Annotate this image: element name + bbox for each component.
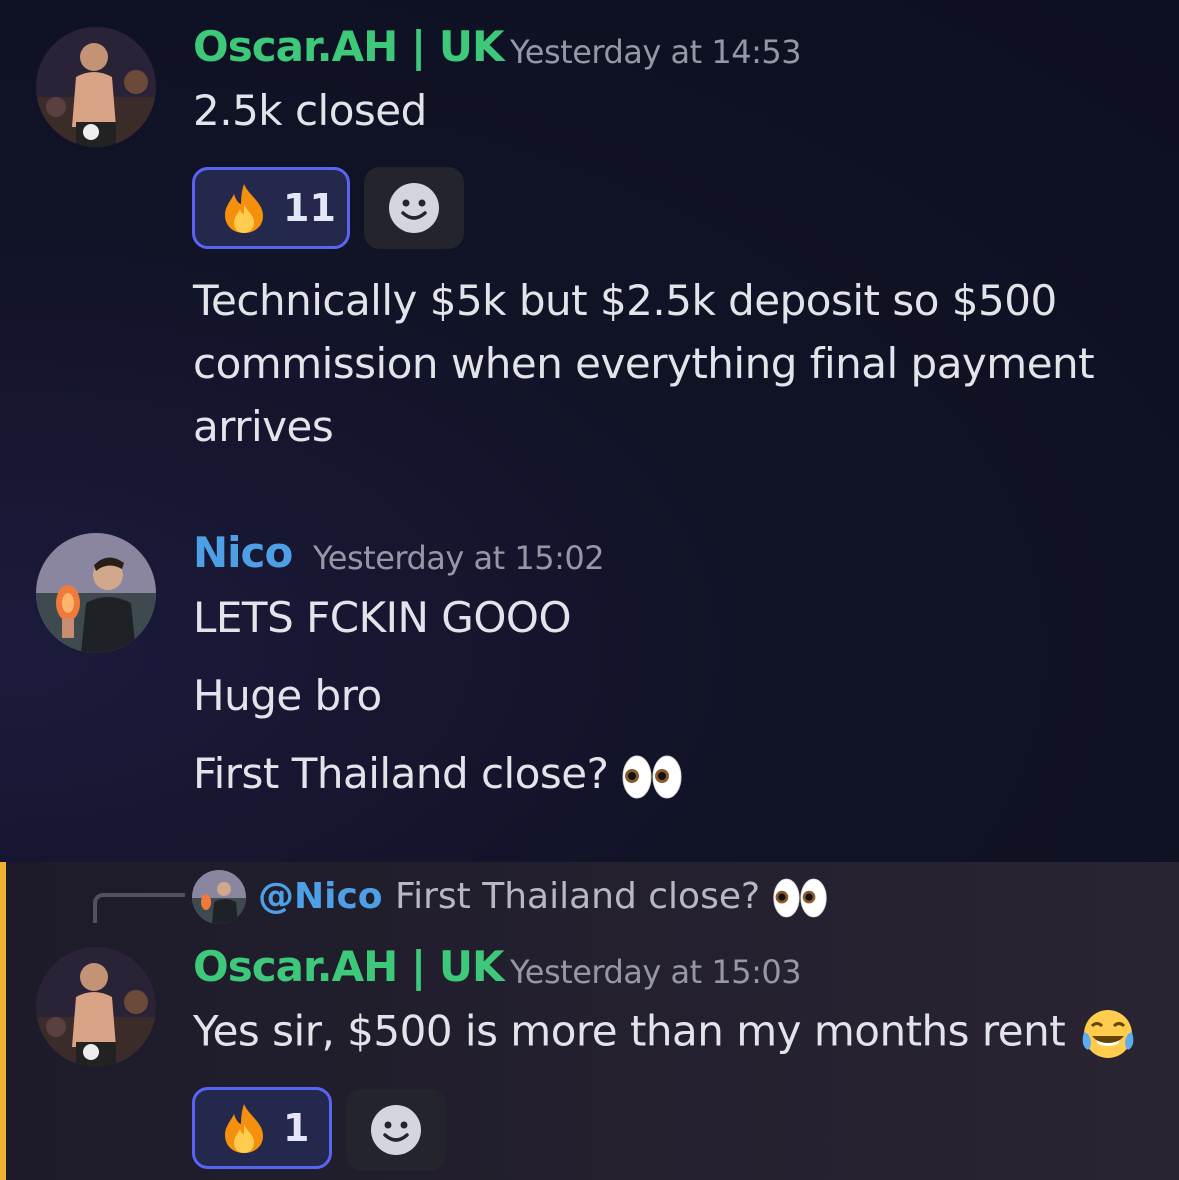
message-text: Huge bro: [193, 671, 382, 720]
smiley-icon: [389, 183, 439, 233]
username-oscar[interactable]: Oscar.AH | UK: [193, 22, 505, 71]
message-text: 2.5k closed: [193, 86, 427, 135]
avatar-oscar[interactable]: [36, 27, 156, 147]
username-nico[interactable]: Nico: [193, 528, 293, 577]
reaction-count: 11: [283, 186, 336, 230]
reply-preview[interactable]: First Thailand close?: [395, 876, 828, 919]
reply-connector: [93, 893, 185, 923]
message-text-content: First Thailand close?: [193, 749, 609, 798]
timestamp: Yesterday at 15:02: [313, 539, 605, 577]
avatar-oscar[interactable]: [36, 947, 156, 1067]
message-text: First Thailand close?: [193, 749, 683, 800]
add-reaction-button[interactable]: [346, 1089, 446, 1171]
message-text: Yes sir, $500 is more than my months ren…: [193, 1006, 1138, 1062]
message-text: commission when everything final payment: [193, 339, 1095, 388]
message-text-content: Yes sir, $500 is more than my months ren…: [193, 1006, 1066, 1056]
reaction-count: 1: [283, 1106, 310, 1150]
reaction-fire[interactable]: 1: [192, 1087, 332, 1169]
fire-emoji-icon: [225, 1104, 263, 1153]
eyes-emoji-icon: [622, 755, 682, 798]
timestamp: Yesterday at 15:03: [510, 953, 802, 991]
reply-avatar-nico[interactable]: [192, 870, 246, 924]
message-text: Technically $5k but $2.5k deposit so $50…: [193, 276, 1057, 325]
username-oscar[interactable]: Oscar.AH | UK: [193, 942, 505, 991]
laughing-tears-emoji-icon: [1082, 1010, 1134, 1058]
avatar-nico[interactable]: [36, 533, 156, 653]
message-text: arrives: [193, 402, 334, 451]
smiley-icon: [371, 1105, 421, 1155]
eyes-emoji-icon: [772, 878, 827, 918]
timestamp: Yesterday at 14:53: [510, 33, 802, 71]
reply-preview-text: First Thailand close?: [395, 876, 761, 917]
fire-emoji-icon: [225, 184, 263, 233]
reply-mention[interactable]: @Nico: [258, 876, 383, 917]
add-reaction-button[interactable]: [364, 167, 464, 249]
message-text: LETS FCKIN GOOO: [193, 593, 572, 642]
reaction-fire[interactable]: 11: [192, 167, 350, 249]
